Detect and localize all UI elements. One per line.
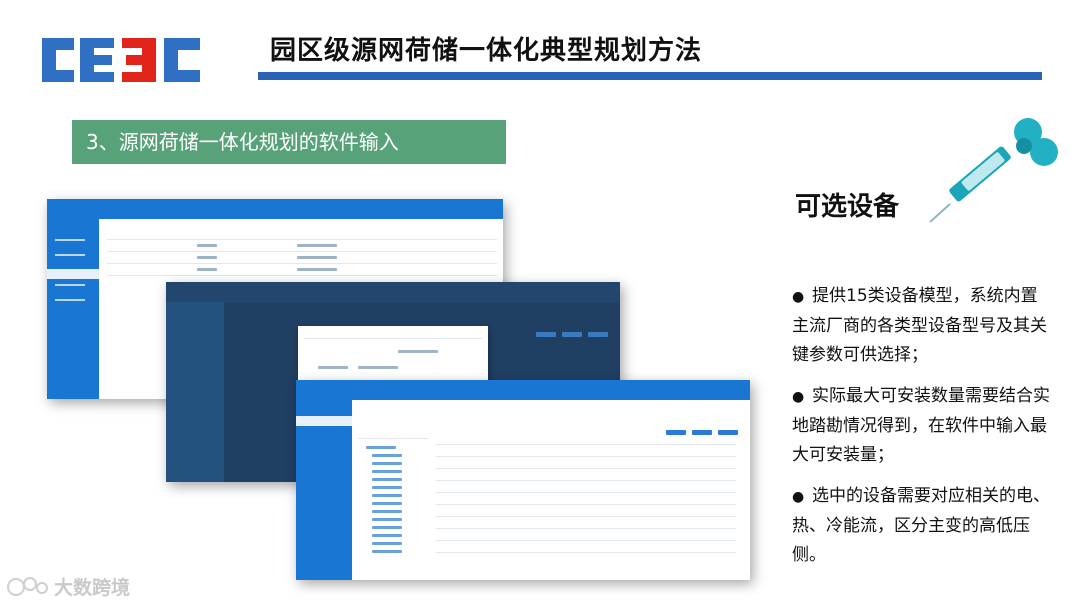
bullet-dot: ● <box>792 289 805 305</box>
app-sidebar <box>166 302 224 482</box>
bullet-list: ● 提供15类设备模型，系统内置主流厂商的各类型设备型号及其关键参数可供选择； ●… <box>792 282 1054 582</box>
app-sidebar <box>47 219 99 399</box>
optional-equipment-title: 可选设备 <box>795 192 900 222</box>
device-dialog <box>298 326 488 382</box>
app-header <box>296 380 750 400</box>
bullet-dot: ● <box>792 489 805 505</box>
sidebar-active-item <box>47 269 99 279</box>
app-header <box>166 282 620 302</box>
software-screenshot-device-list <box>296 380 750 580</box>
bullet-item: ● 提供15类设备模型，系统内置主流厂商的各类型设备型号及其关键参数可供选择； <box>792 282 1054 370</box>
syringe-icon <box>929 118 1058 223</box>
ceec-logo <box>42 38 200 82</box>
app-sidebar <box>296 400 352 580</box>
page-title: 园区级源网荷储一体化典型规划方法 <box>270 36 703 66</box>
bullet-dot: ● <box>792 389 805 405</box>
watermark-logo-icon <box>7 576 48 596</box>
title-underline <box>258 72 1042 80</box>
section-heading: 3、源网荷储一体化规划的软件输入 <box>72 120 506 164</box>
watermark: 大数跨境 <box>6 573 130 600</box>
bullet-item: ● 选中的设备需要对应相关的电、热、冷能流，区分主变的高低压侧。 <box>792 482 1054 570</box>
app-header <box>47 199 503 219</box>
bullet-item: ● 实际最大可安装数量需要结合实地踏勘情况得到，在软件中输入最大可安装量； <box>792 382 1054 470</box>
watermark-text: 大数跨境 <box>54 577 131 599</box>
